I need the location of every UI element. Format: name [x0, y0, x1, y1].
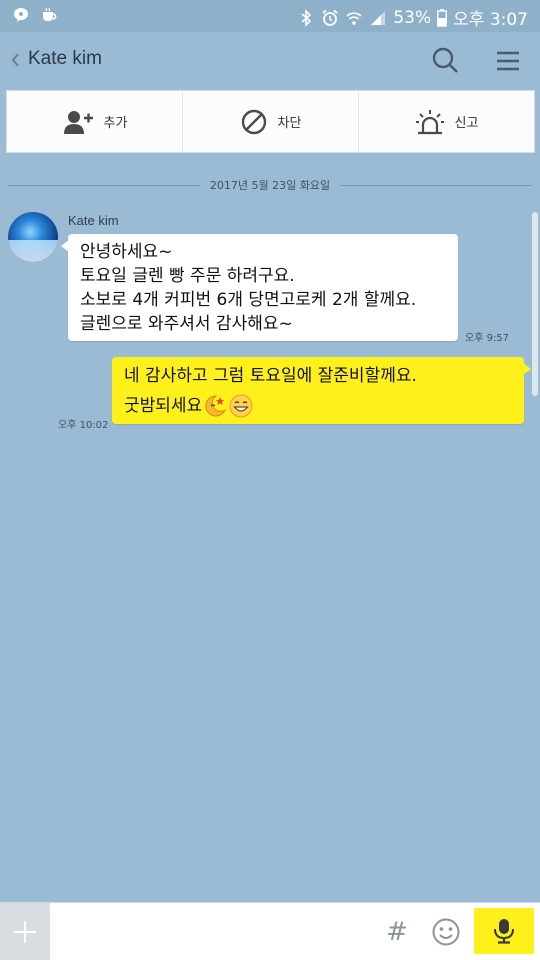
- block-label: 차단: [277, 116, 302, 131]
- chat-header: Kate kim: [0, 32, 540, 88]
- block-icon: [241, 109, 266, 134]
- coffee-cup-icon: [43, 7, 57, 21]
- smiley-icon[interactable]: [431, 917, 461, 947]
- add-friend-button[interactable]: 추가: [7, 91, 183, 152]
- crescent-moon-star-emoji: [205, 395, 227, 417]
- outgoing-message-time: 오후 10:02: [58, 420, 109, 431]
- signal-strength-icon: [371, 10, 386, 25]
- message-input-bar: #: [0, 902, 540, 960]
- plus-icon: [14, 921, 36, 943]
- date-divider: 2017년 5월 23일 화요일: [8, 175, 533, 195]
- battery-percent: 53%: [393, 7, 432, 28]
- hashtag-search-button[interactable]: #: [382, 915, 412, 949]
- message-bubble-icon: [14, 8, 28, 22]
- report-label: 신고: [454, 116, 479, 131]
- voice-record-button[interactable]: [474, 908, 534, 954]
- avatar[interactable]: [8, 212, 58, 262]
- outgoing-message-bubble[interactable]: 네 감사하고 그럼 토요일에 잘준비할께요. 굿밤되세요: [112, 357, 531, 424]
- date-text: 2017년 5월 23일 화요일: [209, 179, 331, 192]
- bluetooth-icon: [301, 8, 312, 27]
- divider-line-right: [340, 184, 533, 186]
- message-line: 안녕하세요~: [80, 242, 173, 262]
- battery-icon: [437, 8, 448, 27]
- grinning-face-emoji: [229, 394, 253, 418]
- add-friend-icon: [63, 110, 93, 134]
- microphone-icon: [494, 919, 514, 944]
- message-line: 네 감사하고 그럼 토요일에 잘준비할께요.: [124, 366, 417, 386]
- report-alarm-icon: [415, 109, 444, 134]
- alarm-clock-icon: [322, 9, 338, 26]
- message-line: 토요일 글렌 빵 주문 하려구요.: [80, 266, 295, 286]
- status-right-icons: 53% 오후 3:07: [297, 5, 528, 30]
- chat-title: Kate kim: [28, 48, 102, 69]
- chevron-left-icon[interactable]: [6, 46, 26, 74]
- message-line: 굿밤되세요: [124, 396, 203, 416]
- add-friend-label: 추가: [103, 116, 128, 131]
- stranger-action-panel: 추가 차단 신고: [6, 90, 535, 153]
- message-line: 글렌으로 와주셔서 감사해요~: [80, 314, 293, 334]
- status-bar: 53% 오후 3:07: [0, 0, 540, 32]
- report-button[interactable]: 신고: [359, 91, 534, 152]
- chat-screen: 53% 오후 3:07 Kate kim 추가 차단 신고 2017년 5월 2…: [0, 0, 540, 960]
- avatar-image-band: [8, 240, 58, 262]
- incoming-message-time: 오후 9:57: [465, 333, 510, 344]
- incoming-message-bubble[interactable]: 안녕하세요~ 토요일 글렌 빵 주문 하려구요. 소보로 4개 커피번 6개 당…: [61, 234, 458, 341]
- message-line-with-emoji: 굿밤되세요: [124, 393, 514, 419]
- status-left-icons: [12, 6, 58, 24]
- search-icon[interactable]: [430, 46, 460, 76]
- divider-line-left: [8, 184, 200, 186]
- message-input[interactable]: [52, 911, 376, 955]
- clock: 오후 3:07: [453, 10, 528, 30]
- block-button[interactable]: 차단: [183, 91, 359, 152]
- wifi-icon: [346, 11, 362, 25]
- scrollbar[interactable]: [532, 212, 538, 396]
- message-line: 소보로 4개 커피번 6개 당면고로케 2개 할께요.: [80, 290, 417, 310]
- attach-plus-button[interactable]: [0, 903, 50, 960]
- sender-name: Kate kim: [68, 213, 119, 228]
- hamburger-menu-icon[interactable]: [494, 48, 522, 74]
